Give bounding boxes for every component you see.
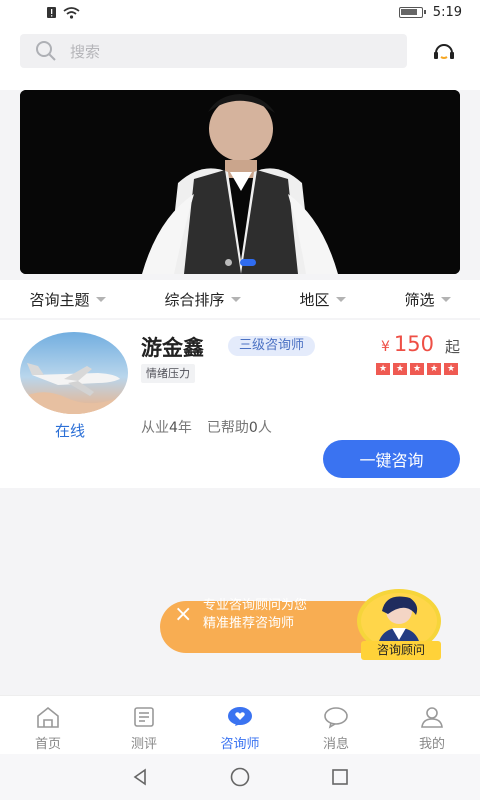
carousel-dot-active[interactable]: [239, 259, 256, 266]
level-badge: 三级咨询师: [228, 336, 316, 356]
counselor-avatar[interactable]: [20, 332, 128, 414]
chevron-down-icon: [95, 296, 106, 302]
quick-consult-button[interactable]: 一键咨询: [323, 440, 460, 478]
tab-messages[interactable]: 消息: [288, 696, 384, 754]
tab-profile[interactable]: 我的: [384, 696, 480, 754]
heart-chat-icon: [228, 707, 252, 726]
star-icon: ★: [376, 363, 390, 375]
banner-portrait-image: [20, 90, 460, 274]
airplane-avatar-image: [20, 332, 128, 414]
star-icon: ★: [393, 363, 407, 375]
sim-alert-icon: [47, 7, 56, 18]
message-icon: [324, 707, 348, 729]
chevron-down-icon: [230, 296, 241, 302]
experience-years: 从业4年: [141, 420, 192, 436]
filter-options[interactable]: 筛选: [404, 289, 451, 310]
filter-bar: 咨询主题 综合排序 地区 筛选: [0, 280, 480, 318]
bottom-tab-bar: 首页 测评 咨询师 消息 我的: [0, 695, 480, 754]
star-icon: ★: [444, 363, 458, 375]
rating-stars: ★ ★ ★ ★ ★: [376, 363, 458, 375]
tab-home[interactable]: 首页: [0, 696, 96, 754]
chevron-down-icon: [440, 296, 451, 302]
tab-assessment[interactable]: 测评: [96, 696, 192, 754]
tab-label: 首页: [34, 737, 61, 752]
star-icon: ★: [427, 363, 441, 375]
helped-count: 已帮助0人: [206, 420, 272, 436]
tab-label: 消息: [322, 737, 349, 752]
carousel-indicator: [20, 259, 460, 266]
search-placeholder: 搜索: [70, 42, 101, 61]
counselor-card[interactable]: 在线 游金鑫 三级咨询师 情绪压力 ¥150 起 ★ ★ ★ ★ ★ 从业4年 …: [0, 320, 480, 488]
price-suffix: 起: [444, 338, 460, 356]
counselor-stats: 从业4年 已帮助0人: [141, 417, 272, 437]
filter-sort[interactable]: 综合排序: [164, 289, 241, 310]
chevron-down-icon: [335, 296, 346, 302]
customer-service-icon[interactable]: [430, 38, 458, 66]
recent-apps-icon[interactable]: [329, 766, 351, 788]
system-navigation: [0, 754, 480, 800]
search-icon: [36, 41, 56, 61]
search-input[interactable]: 搜索: [20, 34, 407, 68]
wifi-icon: [63, 6, 80, 19]
status-time: 5:19: [432, 5, 462, 20]
advisor-label: 咨询顾问: [361, 641, 441, 660]
counselor-name[interactable]: 游金鑫: [141, 332, 204, 362]
advisor-recommendation[interactable]: × 专业咨询顾问为您 精准推荐咨询师 咨询顾问: [160, 589, 444, 662]
document-icon: [134, 707, 154, 727]
top-bar: 搜索: [0, 28, 480, 90]
advisor-message: 专业咨询顾问为您 精准推荐咨询师: [203, 598, 308, 631]
close-icon[interactable]: ×: [174, 604, 192, 626]
home-icon: [37, 706, 59, 728]
specialty-tag: 情绪压力: [141, 364, 195, 383]
back-icon[interactable]: [129, 766, 151, 788]
tab-counselor[interactable]: 咨询师: [192, 696, 288, 754]
price: ¥150: [380, 332, 434, 356]
battery-icon: [398, 7, 426, 18]
user-icon: [421, 707, 443, 728]
filter-topic[interactable]: 咨询主题: [29, 289, 106, 310]
online-status: 在线: [55, 422, 86, 440]
status-bar: 5:19: [0, 0, 480, 28]
star-icon: ★: [410, 363, 424, 375]
carousel-dot[interactable]: [224, 259, 232, 266]
home-circle-icon[interactable]: [229, 766, 251, 788]
tab-label: 测评: [130, 737, 157, 752]
banner-carousel[interactable]: [20, 90, 460, 274]
tab-label: 咨询师: [220, 737, 260, 752]
tab-label: 我的: [418, 737, 445, 752]
filter-region[interactable]: 地区: [299, 289, 346, 310]
